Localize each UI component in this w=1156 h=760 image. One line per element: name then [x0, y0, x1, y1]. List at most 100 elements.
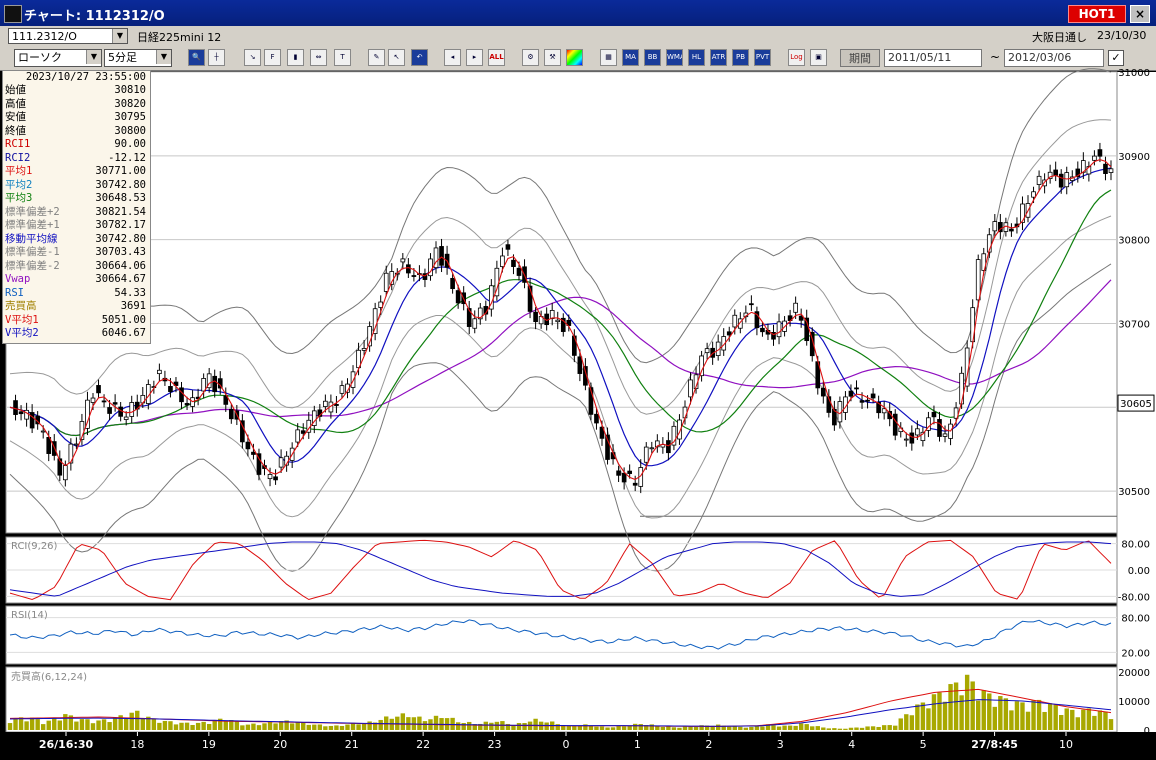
info-label: 終値 [5, 124, 26, 137]
candle-body [865, 399, 870, 402]
time-tick-label: 10 [1059, 738, 1073, 751]
volume-bar [533, 718, 538, 730]
info-row: 標準偏差+1 30782.17 [3, 219, 150, 233]
volume-bar [865, 726, 870, 730]
info-label: 平均3 [5, 192, 33, 204]
info-row: 売買高 3691 [3, 300, 150, 314]
candle-body [931, 411, 937, 418]
volume-bar [13, 718, 18, 730]
candle-body [29, 412, 35, 429]
volume-bar [151, 718, 157, 730]
candle-body [228, 408, 234, 420]
volume-bar [295, 722, 300, 730]
volume-bar [937, 692, 942, 730]
info-value: 30782.17 [95, 219, 146, 231]
volume-bar [599, 726, 605, 730]
candle-body [439, 246, 444, 266]
volume-bar [63, 714, 68, 730]
time-tick-label: 19 [202, 738, 216, 751]
volume-bar [168, 721, 173, 730]
chart-area[interactable]: 305003070030800309003100030605RCI(9,26) 8… [0, 0, 1156, 760]
volume-bar [998, 696, 1003, 730]
volume-bar [334, 725, 339, 730]
volume-bar [754, 726, 760, 730]
volume-bar [306, 724, 311, 730]
volume-bar [915, 704, 920, 730]
volume-bar [760, 726, 765, 730]
price-tick-label: 30700 [1118, 319, 1150, 330]
info-value: 6046.67 [101, 327, 146, 339]
rci-title: RCI(9,26) [11, 541, 58, 552]
info-datetime: 2023/10/27 23:55:00 [25, 71, 146, 83]
volume-bar [981, 690, 986, 730]
candle-body [406, 264, 411, 274]
candle-body [334, 403, 339, 406]
current-price-label: 30605 [1120, 399, 1152, 410]
candle-body [643, 446, 649, 463]
time-tick-label: 22 [416, 738, 430, 751]
candle-body [1097, 149, 1103, 157]
candle-body [848, 390, 854, 397]
candle-body [1103, 163, 1108, 174]
volume-bar [24, 721, 29, 730]
volume-bar [1059, 715, 1064, 730]
info-row: Vwap 30664.67 [3, 273, 150, 287]
info-row: 安値 30795 [3, 111, 150, 125]
info-label: Vwap [5, 273, 31, 285]
volume-bar [870, 726, 876, 730]
info-row: 平均3 30648.53 [3, 192, 150, 206]
info-value: 30664.06 [95, 259, 146, 272]
volume-bar [201, 721, 206, 730]
candle-body [903, 438, 909, 441]
chart-pane [5, 71, 1118, 534]
volume-bar [516, 723, 522, 730]
volume-bar [245, 724, 251, 730]
volume-bar [793, 725, 798, 730]
info-row: 平均2 30742.80 [3, 179, 150, 193]
volume-bar [483, 721, 489, 730]
info-row: 移動平均線 30742.80 [3, 233, 150, 247]
volume-bar [992, 706, 998, 730]
volume-bar [1097, 710, 1103, 730]
volume-bar [693, 726, 699, 730]
volume-bar [848, 727, 854, 730]
volume-bar [1070, 709, 1075, 730]
candle-body [18, 411, 24, 415]
candle-body [992, 221, 998, 232]
info-row: 高値 30820 [3, 98, 150, 112]
volume-bar [605, 727, 610, 730]
candle-body [400, 258, 406, 263]
volume-bar [140, 718, 145, 730]
info-label: RCI2 [5, 151, 31, 164]
info-value: 30810 [114, 84, 146, 96]
volume-bar [688, 726, 693, 730]
volume-bar [854, 727, 859, 730]
volume-bar [577, 725, 583, 730]
volume-bar [101, 719, 107, 730]
info-row: V平均2 6046.67 [3, 327, 150, 341]
rci-tick-label: -80.00 [1118, 592, 1150, 603]
info-value: 30771.00 [95, 165, 146, 177]
volume-bar [909, 715, 915, 730]
info-label: 平均2 [5, 178, 33, 191]
candle-body [632, 482, 638, 486]
candle-body [594, 413, 599, 424]
volume-title: 売買高(6,12,24) [11, 670, 87, 683]
rsi-title: RSI(14) [11, 610, 48, 621]
info-label: 標準偏差-1 [5, 246, 60, 258]
volume-bar [677, 727, 682, 730]
info-row: 終値 30800 [3, 125, 150, 139]
volume-bar [40, 724, 46, 730]
volume-bar [1053, 704, 1058, 730]
volume-bar [422, 721, 428, 730]
info-row: RCI1 90.00 [3, 138, 150, 152]
volume-bar [1009, 710, 1014, 730]
info-value: 5051.00 [101, 313, 146, 326]
rsi-tick-label: 20.00 [1121, 648, 1150, 659]
volume-bar [467, 721, 472, 730]
volume-bar [837, 728, 843, 730]
volume-bar [289, 723, 295, 730]
volume-bar [815, 726, 820, 730]
info-row: 標準偏差+2 30821.54 [3, 206, 150, 220]
volume-bar [1081, 709, 1086, 730]
